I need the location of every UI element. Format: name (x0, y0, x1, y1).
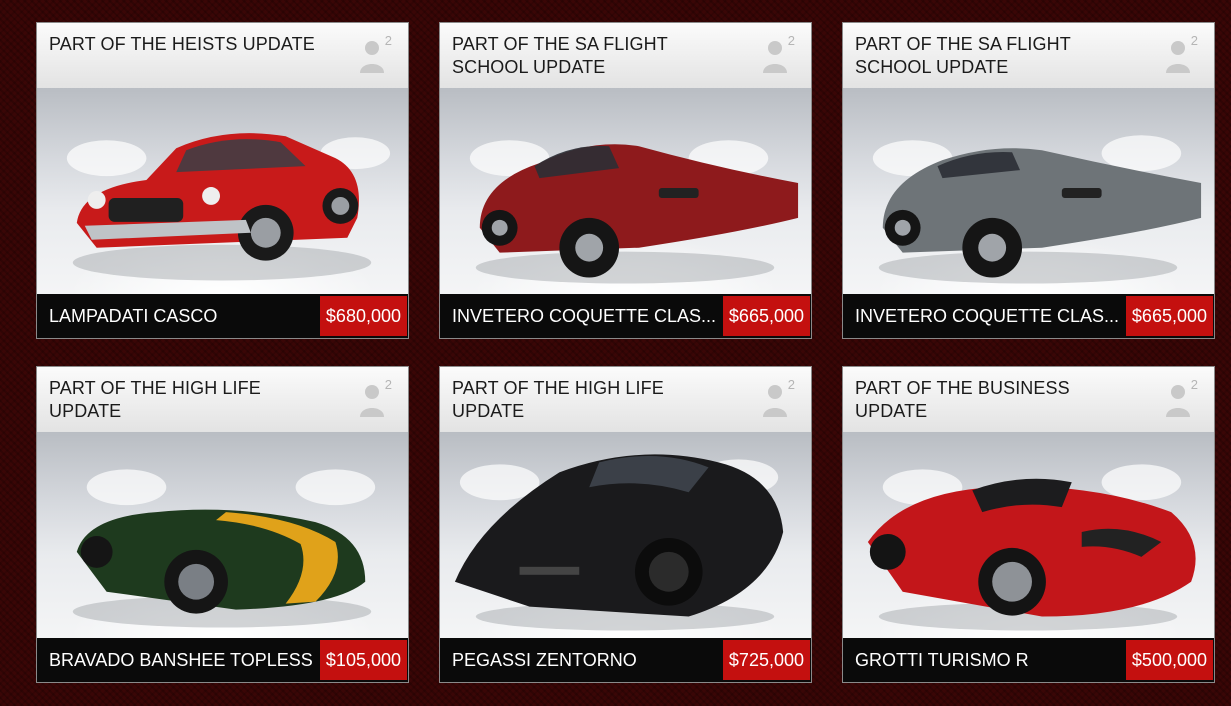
car-illustration (469, 140, 799, 284)
vehicle-card[interactable]: PART OF THE SA FLIGHT SCHOOL UPDATE 2 IN… (842, 22, 1215, 339)
car-illustration (867, 464, 1196, 631)
card-header: PART OF THE HIGH LIFE UPDATE 2 (440, 367, 811, 432)
vehicle-grid: PART OF THE HEISTS UPDATE 2 LAMPADATI CA… (36, 22, 1215, 683)
car-image (440, 88, 811, 294)
update-label: PART OF THE SA FLIGHT SCHOOL UPDATE (855, 34, 1071, 77)
update-label: PART OF THE HEISTS UPDATE (49, 34, 315, 54)
player-count: 2 (1158, 33, 1198, 75)
player-count-value: 2 (384, 33, 392, 48)
card-footer: INVETERO COQUETTE CLAS... $665,000 (440, 294, 811, 338)
vehicle-name: INVETERO COQUETTE CLAS... (855, 306, 1120, 326)
card-header: PART OF THE HIGH LIFE UPDATE 2 (37, 367, 408, 432)
vehicle-card[interactable]: PART OF THE HIGH LIFE UPDATE 2 (439, 366, 812, 683)
person-icon (763, 385, 787, 417)
vehicle-name: BRAVADO BANSHEE TOPLESS (49, 650, 313, 670)
car-illustration (72, 469, 376, 628)
car-illustration (66, 133, 391, 281)
update-label: PART OF THE BUSINESS UPDATE (855, 378, 1070, 421)
card-header: PART OF THE BUSINESS UPDATE 2 (843, 367, 1214, 432)
vehicle-name: GROTTI TURISMO R (855, 650, 1029, 670)
vehicle-card[interactable]: PART OF THE SA FLIGHT SCHOOL UPDATE 2 IN… (439, 22, 812, 339)
player-count-value: 2 (787, 33, 795, 48)
car-image (440, 432, 811, 638)
player-count-value: 2 (787, 377, 795, 392)
update-label: PART OF THE HIGH LIFE UPDATE (452, 378, 664, 421)
price-badge: $680,000 (319, 296, 407, 336)
price-badge: $500,000 (1125, 640, 1213, 680)
car-image (37, 432, 408, 638)
card-footer: GROTTI TURISMO R $500,000 (843, 638, 1214, 682)
card-header: PART OF THE SA FLIGHT SCHOOL UPDATE 2 (843, 23, 1214, 88)
vehicle-name: INVETERO COQUETTE CLAS... (452, 306, 717, 326)
card-footer: INVETERO COQUETTE CLAS... $665,000 (843, 294, 1214, 338)
vehicle-card[interactable]: PART OF THE HEISTS UPDATE 2 LAMPADATI CA… (36, 22, 409, 339)
update-label: PART OF THE HIGH LIFE UPDATE (49, 378, 261, 421)
car-image (37, 88, 408, 294)
price-badge: $665,000 (1125, 296, 1213, 336)
car-image (843, 432, 1214, 638)
car-illustration (454, 454, 784, 631)
card-header: PART OF THE HEISTS UPDATE 2 (37, 23, 408, 88)
player-count: 2 (352, 377, 392, 419)
vehicle-card[interactable]: PART OF THE BUSINESS UPDATE 2 GROTTI TUR… (842, 366, 1215, 683)
player-count: 2 (755, 377, 795, 419)
car-illustration (872, 135, 1202, 284)
person-icon (763, 41, 787, 73)
player-count: 2 (352, 33, 392, 75)
card-footer: PEGASSI ZENTORNO $725,000 (440, 638, 811, 682)
vehicle-name: PEGASSI ZENTORNO (452, 650, 637, 670)
vehicle-card[interactable]: PART OF THE HIGH LIFE UPDATE 2 (36, 366, 409, 683)
price-badge: $725,000 (722, 640, 810, 680)
person-icon (1166, 41, 1190, 73)
vehicle-name: LAMPADATI CASCO (49, 306, 218, 326)
player-count-value: 2 (1190, 33, 1198, 48)
person-icon (360, 385, 384, 417)
car-image (843, 88, 1214, 294)
person-icon (360, 41, 384, 73)
price-badge: $665,000 (722, 296, 810, 336)
player-count-value: 2 (1190, 377, 1198, 392)
update-label: PART OF THE SA FLIGHT SCHOOL UPDATE (452, 34, 668, 77)
card-footer: BRAVADO BANSHEE TOPLESS $105,000 (37, 638, 408, 682)
card-footer: LAMPADATI CASCO $680,000 (37, 294, 408, 338)
person-icon (1166, 385, 1190, 417)
card-header: PART OF THE SA FLIGHT SCHOOL UPDATE 2 (440, 23, 811, 88)
player-count-value: 2 (384, 377, 392, 392)
player-count: 2 (1158, 377, 1198, 419)
price-badge: $105,000 (319, 640, 407, 680)
player-count: 2 (755, 33, 795, 75)
